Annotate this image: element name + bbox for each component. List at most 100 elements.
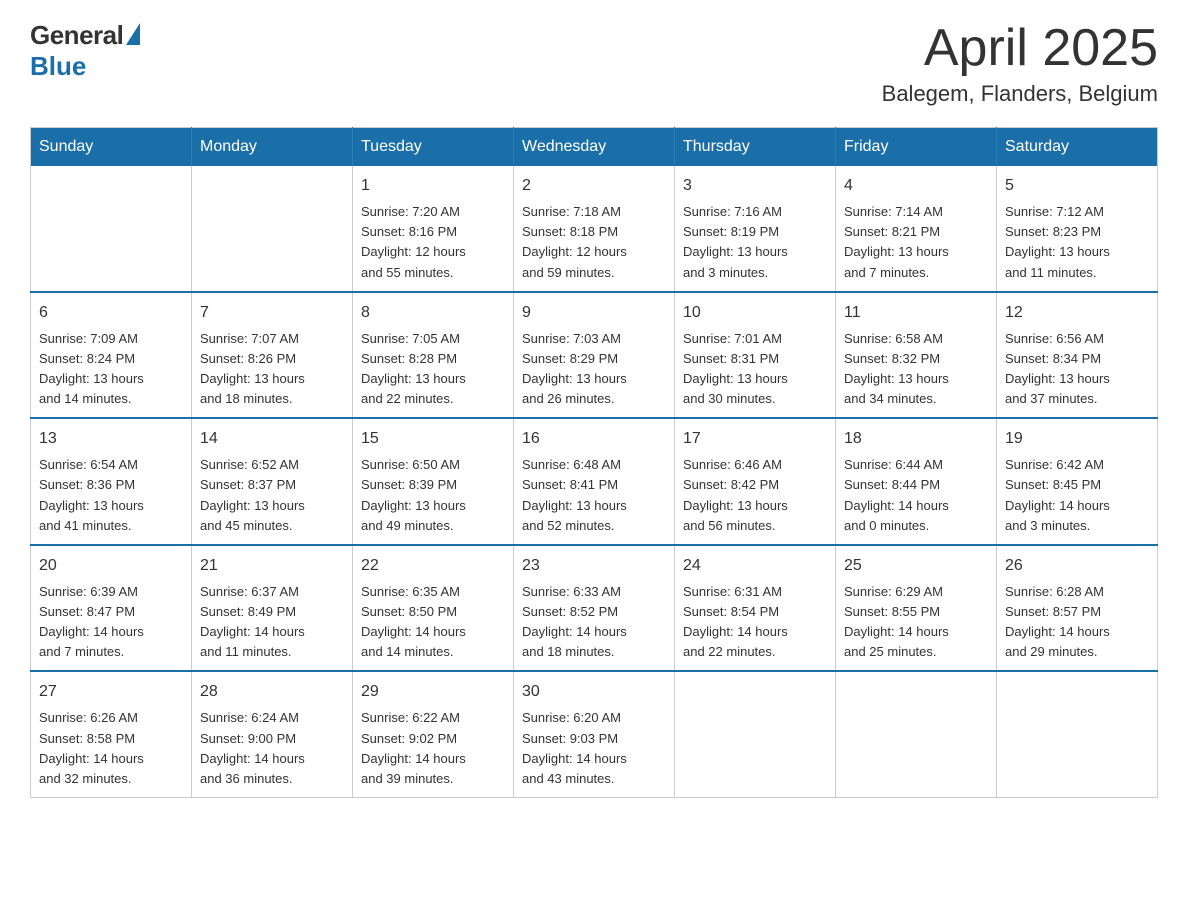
logo-general-text: General (30, 20, 123, 51)
weekday-header-friday: Friday (836, 128, 997, 167)
day-info: Sunrise: 6:42 AM Sunset: 8:45 PM Dayligh… (1005, 455, 1149, 536)
day-info: Sunrise: 6:48 AM Sunset: 8:41 PM Dayligh… (522, 455, 666, 536)
calendar-cell: 12 Sunrise: 6:56 AM Sunset: 8:34 PM Dayli… (997, 292, 1158, 419)
day-number: 12 (1005, 301, 1149, 325)
day-number: 30 (522, 680, 666, 704)
weekday-header-tuesday: Tuesday (353, 128, 514, 167)
day-number: 5 (1005, 174, 1149, 198)
day-info: Sunrise: 7:18 AM Sunset: 8:18 PM Dayligh… (522, 202, 666, 283)
day-number: 15 (361, 427, 505, 451)
day-number: 16 (522, 427, 666, 451)
day-info: Sunrise: 6:58 AM Sunset: 8:32 PM Dayligh… (844, 329, 988, 410)
day-info: Sunrise: 7:14 AM Sunset: 8:21 PM Dayligh… (844, 202, 988, 283)
calendar-cell: 27 Sunrise: 6:26 AM Sunset: 8:58 PM Dayli… (31, 671, 192, 797)
day-number: 17 (683, 427, 827, 451)
day-number: 23 (522, 554, 666, 578)
day-number: 21 (200, 554, 344, 578)
day-info: Sunrise: 6:26 AM Sunset: 8:58 PM Dayligh… (39, 708, 183, 789)
day-info: Sunrise: 7:01 AM Sunset: 8:31 PM Dayligh… (683, 329, 827, 410)
day-info: Sunrise: 7:16 AM Sunset: 8:19 PM Dayligh… (683, 202, 827, 283)
day-info: Sunrise: 7:05 AM Sunset: 8:28 PM Dayligh… (361, 329, 505, 410)
day-info: Sunrise: 6:54 AM Sunset: 8:36 PM Dayligh… (39, 455, 183, 536)
day-info: Sunrise: 6:37 AM Sunset: 8:49 PM Dayligh… (200, 582, 344, 663)
day-number: 4 (844, 174, 988, 198)
calendar-cell: 4 Sunrise: 7:14 AM Sunset: 8:21 PM Daylig… (836, 166, 997, 292)
calendar-cell: 2 Sunrise: 7:18 AM Sunset: 8:18 PM Daylig… (514, 166, 675, 292)
weekday-header-sunday: Sunday (31, 128, 192, 167)
day-number: 8 (361, 301, 505, 325)
day-info: Sunrise: 7:20 AM Sunset: 8:16 PM Dayligh… (361, 202, 505, 283)
day-number: 10 (683, 301, 827, 325)
calendar-cell: 28 Sunrise: 6:24 AM Sunset: 9:00 PM Dayli… (192, 671, 353, 797)
day-info: Sunrise: 7:07 AM Sunset: 8:26 PM Dayligh… (200, 329, 344, 410)
day-info: Sunrise: 6:52 AM Sunset: 8:37 PM Dayligh… (200, 455, 344, 536)
calendar-week-5: 27 Sunrise: 6:26 AM Sunset: 8:58 PM Dayli… (31, 671, 1158, 797)
month-title: April 2025 (882, 20, 1158, 77)
day-info: Sunrise: 6:20 AM Sunset: 9:03 PM Dayligh… (522, 708, 666, 789)
calendar-cell: 23 Sunrise: 6:33 AM Sunset: 8:52 PM Dayli… (514, 545, 675, 672)
calendar-cell: 3 Sunrise: 7:16 AM Sunset: 8:19 PM Daylig… (675, 166, 836, 292)
calendar-cell (192, 166, 353, 292)
weekday-header-thursday: Thursday (675, 128, 836, 167)
calendar-cell: 16 Sunrise: 6:48 AM Sunset: 8:41 PM Dayli… (514, 418, 675, 545)
calendar-week-1: 1Sunrise: 7:20 AM Sunset: 8:16 PM Daylig… (31, 166, 1158, 292)
day-number: 7 (200, 301, 344, 325)
location-title: Balegem, Flanders, Belgium (882, 81, 1158, 107)
calendar-cell: 14 Sunrise: 6:52 AM Sunset: 8:37 PM Dayli… (192, 418, 353, 545)
page-header: General Blue April 2025 Balegem, Flander… (30, 20, 1158, 107)
calendar-table: SundayMondayTuesdayWednesdayThursdayFrid… (30, 127, 1158, 798)
day-number: 11 (844, 301, 988, 325)
day-number: 6 (39, 301, 183, 325)
calendar-cell (836, 671, 997, 797)
calendar-cell: 9 Sunrise: 7:03 AM Sunset: 8:29 PM Daylig… (514, 292, 675, 419)
logo: General Blue (30, 20, 140, 82)
calendar-cell: 21 Sunrise: 6:37 AM Sunset: 8:49 PM Dayli… (192, 545, 353, 672)
calendar-week-2: 6Sunrise: 7:09 AM Sunset: 8:24 PM Daylig… (31, 292, 1158, 419)
calendar-cell: 7 Sunrise: 7:07 AM Sunset: 8:26 PM Daylig… (192, 292, 353, 419)
day-info: Sunrise: 6:31 AM Sunset: 8:54 PM Dayligh… (683, 582, 827, 663)
day-info: Sunrise: 6:33 AM Sunset: 8:52 PM Dayligh… (522, 582, 666, 663)
day-number: 9 (522, 301, 666, 325)
day-info: Sunrise: 6:28 AM Sunset: 8:57 PM Dayligh… (1005, 582, 1149, 663)
logo-blue-text: Blue (30, 51, 86, 82)
logo-triangle-icon (126, 23, 140, 45)
calendar-cell (997, 671, 1158, 797)
calendar-cell (675, 671, 836, 797)
calendar-cell: 18Sunrise: 6:44 AM Sunset: 8:44 PM Dayli… (836, 418, 997, 545)
day-info: Sunrise: 6:29 AM Sunset: 8:55 PM Dayligh… (844, 582, 988, 663)
calendar-cell: 19 Sunrise: 6:42 AM Sunset: 8:45 PM Dayli… (997, 418, 1158, 545)
calendar-cell: 25Sunrise: 6:29 AM Sunset: 8:55 PM Dayli… (836, 545, 997, 672)
calendar-cell: 11 Sunrise: 6:58 AM Sunset: 8:32 PM Dayli… (836, 292, 997, 419)
calendar-cell: 10 Sunrise: 7:01 AM Sunset: 8:31 PM Dayli… (675, 292, 836, 419)
day-number: 2 (522, 174, 666, 198)
day-number: 19 (1005, 427, 1149, 451)
day-info: Sunrise: 6:39 AM Sunset: 8:47 PM Dayligh… (39, 582, 183, 663)
day-info: Sunrise: 6:35 AM Sunset: 8:50 PM Dayligh… (361, 582, 505, 663)
calendar-cell: 15Sunrise: 6:50 AM Sunset: 8:39 PM Dayli… (353, 418, 514, 545)
calendar-cell: 6Sunrise: 7:09 AM Sunset: 8:24 PM Daylig… (31, 292, 192, 419)
calendar-cell: 17Sunrise: 6:46 AM Sunset: 8:42 PM Dayli… (675, 418, 836, 545)
day-info: Sunrise: 7:12 AM Sunset: 8:23 PM Dayligh… (1005, 202, 1149, 283)
day-number: 22 (361, 554, 505, 578)
calendar-cell: 24 Sunrise: 6:31 AM Sunset: 8:54 PM Dayli… (675, 545, 836, 672)
calendar-cell: 26 Sunrise: 6:28 AM Sunset: 8:57 PM Dayli… (997, 545, 1158, 672)
day-info: Sunrise: 7:03 AM Sunset: 8:29 PM Dayligh… (522, 329, 666, 410)
calendar-cell: 22 Sunrise: 6:35 AM Sunset: 8:50 PM Dayli… (353, 545, 514, 672)
day-info: Sunrise: 6:56 AM Sunset: 8:34 PM Dayligh… (1005, 329, 1149, 410)
calendar-cell: 20Sunrise: 6:39 AM Sunset: 8:47 PM Dayli… (31, 545, 192, 672)
day-number: 28 (200, 680, 344, 704)
day-number: 24 (683, 554, 827, 578)
day-number: 3 (683, 174, 827, 198)
calendar-header-row: SundayMondayTuesdayWednesdayThursdayFrid… (31, 128, 1158, 167)
title-section: April 2025 Balegem, Flanders, Belgium (882, 20, 1158, 107)
day-number: 14 (200, 427, 344, 451)
day-number: 26 (1005, 554, 1149, 578)
day-number: 27 (39, 680, 183, 704)
calendar-cell: 13Sunrise: 6:54 AM Sunset: 8:36 PM Dayli… (31, 418, 192, 545)
calendar-cell: 29Sunrise: 6:22 AM Sunset: 9:02 PM Dayli… (353, 671, 514, 797)
day-info: Sunrise: 6:24 AM Sunset: 9:00 PM Dayligh… (200, 708, 344, 789)
weekday-header-monday: Monday (192, 128, 353, 167)
calendar-cell: 8 Sunrise: 7:05 AM Sunset: 8:28 PM Daylig… (353, 292, 514, 419)
weekday-header-wednesday: Wednesday (514, 128, 675, 167)
calendar-week-4: 20Sunrise: 6:39 AM Sunset: 8:47 PM Dayli… (31, 545, 1158, 672)
